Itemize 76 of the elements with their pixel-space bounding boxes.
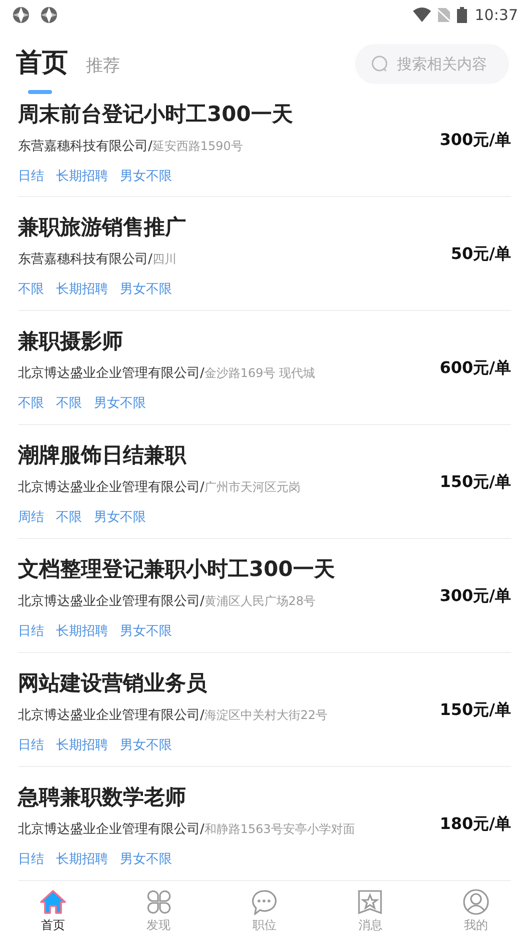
job-title: 兼职旅游销售推广 bbox=[18, 214, 186, 240]
wifi-icon bbox=[412, 7, 431, 23]
job-tag: 男女不限 bbox=[94, 508, 146, 528]
company-name: 北京博达盛业企业管理有限公司/ bbox=[18, 708, 204, 723]
job-tag: 长期招聘 bbox=[56, 280, 108, 300]
job-title: 急聘兼职数学老师 bbox=[18, 784, 187, 810]
star-bookmark-icon bbox=[357, 889, 384, 915]
nav-label: 我的 bbox=[464, 917, 488, 934]
job-tag: 日结 bbox=[18, 736, 44, 756]
search-field[interactable]: 搜索相关内容 bbox=[355, 44, 509, 84]
job-tag: 不限 bbox=[56, 508, 82, 528]
job-list-item[interactable]: 周末前台登记小时工300一天 东营嘉穗科技有限公司/延安西路1590号 日结 长期招聘 男女不限 300元/单 bbox=[18, 98, 511, 197]
job-title: 潮牌服饰日结兼职 bbox=[18, 442, 188, 468]
job-title: 周末前台登记小时工300一天 bbox=[18, 100, 293, 126]
job-location: 金沙路169号 现代城 bbox=[204, 366, 316, 380]
job-list-item[interactable]: 潮牌服饰日结兼职 北京博达盛业企业管理有限公司/广州市天河区元岗 周结 不限 男女不限 150元/单 bbox=[18, 425, 511, 539]
job-tag: 男女不限 bbox=[120, 736, 172, 756]
tab[interactable]: 首页 bbox=[16, 44, 68, 94]
job-location: 延安西路1590号 bbox=[152, 138, 243, 152]
job-tag: 不限 bbox=[18, 394, 44, 414]
user-icon bbox=[463, 889, 490, 915]
clover-icon bbox=[146, 889, 172, 915]
job-price: 50元/单 bbox=[450, 244, 511, 264]
chat-bubble-icon bbox=[251, 889, 278, 915]
job-tag: 日结 bbox=[18, 850, 44, 870]
job-tag: 不限 bbox=[18, 280, 44, 300]
job-title: 文档整理登记兼职小时工300一天 bbox=[18, 556, 335, 582]
clock-time: 10:37 bbox=[474, 6, 518, 24]
job-tag: 周结 bbox=[18, 508, 44, 528]
job-tag: 男女不限 bbox=[94, 394, 146, 414]
job-tag: 男女不限 bbox=[120, 280, 172, 300]
no-sim-icon bbox=[436, 7, 451, 23]
job-tag: 男女不限 bbox=[120, 622, 172, 642]
nav-label: 消息 bbox=[358, 917, 382, 934]
job-tag: 长期招聘 bbox=[56, 622, 108, 642]
job-location: 广州市天河区元岗 bbox=[204, 480, 300, 494]
job-tag: 长期招聘 bbox=[56, 850, 108, 870]
job-price: 180元/单 bbox=[440, 814, 511, 834]
job-list-item[interactable]: 网站建设营销业务员 北京博达盛业企业管理有限公司/海淀区中关村大街22号 日结 长期招聘 男女不限 150元/单 bbox=[18, 653, 511, 767]
job-price: 300元/单 bbox=[440, 130, 511, 151]
job-location: 和静路1563号安亭小学对面 bbox=[204, 822, 355, 836]
company-name: 北京博达盛业企业管理有限公司/ bbox=[18, 822, 204, 837]
job-tag: 男女不限 bbox=[120, 850, 172, 870]
job-tag: 日结 bbox=[18, 166, 44, 186]
job-location: 海淀区中关村大街22号 bbox=[204, 708, 328, 722]
job-price: 150元/单 bbox=[440, 700, 511, 720]
company-name: 东营嘉穗科技有限公司/ bbox=[18, 138, 152, 154]
job-title: 网站建设营销业务员 bbox=[18, 670, 208, 696]
job-tag: 长期招聘 bbox=[56, 736, 108, 756]
job-list-item[interactable]: 文档整理登记兼职小时工300一天 北京博达盛业企业管理有限公司/黄浦区人民广场28号 日结 长期招聘 男女不限 300元/单 bbox=[18, 539, 511, 653]
company-name: 北京博达盛业企业管理有限公司/ bbox=[18, 480, 204, 495]
company-name: 北京博达盛业企业管理有限公司/ bbox=[18, 594, 204, 609]
job-list-item[interactable]: 兼职旅游销售推广 东营嘉穗科技有限公司/四川 不限 长期招聘 男女不限 50元/单 bbox=[18, 197, 511, 311]
job-title: 兼职摄影师 bbox=[18, 328, 124, 354]
job-tag: 男女不限 bbox=[120, 166, 172, 186]
search-icon bbox=[371, 55, 389, 73]
job-price: 150元/单 bbox=[440, 472, 511, 492]
app-notification-icon bbox=[12, 6, 30, 24]
app-notification-icon bbox=[40, 6, 58, 24]
nav-label: 发现 bbox=[146, 917, 171, 934]
home-icon bbox=[38, 889, 67, 915]
company-name: 北京博达盛业企业管理有限公司/ bbox=[18, 366, 204, 381]
nav-label: 职位 bbox=[252, 917, 276, 934]
job-location: 黄浦区人民广场28号 bbox=[204, 594, 316, 608]
job-tag: 长期招聘 bbox=[56, 166, 108, 186]
nav-tab[interactable]: 首页 bbox=[12, 889, 93, 934]
nav-label: 首页 bbox=[40, 917, 65, 934]
job-price: 600元/单 bbox=[440, 358, 511, 378]
job-tag: 不限 bbox=[56, 394, 82, 414]
job-list-item[interactable]: 兼职摄影师 北京博达盛业企业管理有限公司/金沙路169号 现代城 不限 不限 男女不限 600元/单 bbox=[18, 311, 511, 425]
company-name: 东营嘉穗科技有限公司/ bbox=[18, 252, 152, 267]
job-price: 300元/单 bbox=[440, 586, 511, 606]
job-list-item[interactable]: 急聘兼职数学老师 北京博达盛业企业管理有限公司/和静路1563号安亭小学对面 日结 长期招聘 男女不限 180元/单 bbox=[18, 767, 511, 881]
job-tag: 日结 bbox=[18, 622, 44, 642]
battery-icon bbox=[456, 7, 467, 23]
job-location: 四川 bbox=[152, 252, 176, 266]
